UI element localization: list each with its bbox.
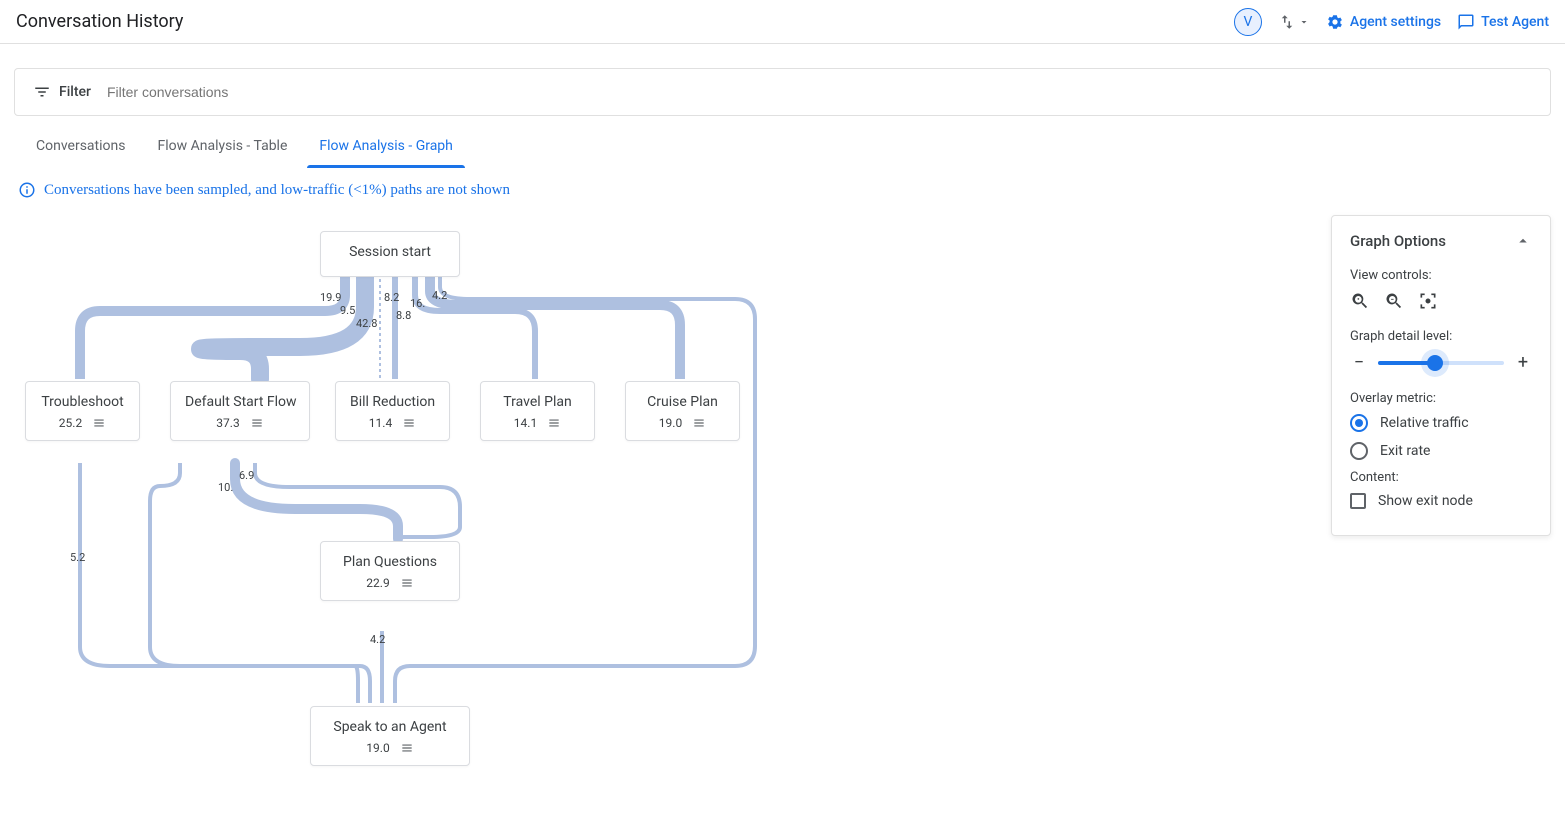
test-agent-link[interactable]: Test Agent [1457, 13, 1549, 31]
detail-decrease[interactable]: − [1350, 352, 1368, 373]
node-troubleshoot[interactable]: Troubleshoot 25.2 [25, 381, 140, 441]
graph-options-panel: Graph Options View controls: Graph detai… [1331, 215, 1551, 536]
detail-increase[interactable]: + [1514, 352, 1532, 373]
list-icon [402, 416, 416, 430]
edge-label: 9.5 [340, 304, 355, 317]
filter-label: Filter [33, 83, 91, 101]
filter-bar: Filter [14, 68, 1551, 116]
tabs: Conversations Flow Analysis - Table Flow… [0, 124, 1565, 169]
sampling-notice: Conversations have been sampled, and low… [0, 169, 1565, 211]
avatar[interactable]: V [1234, 8, 1262, 36]
chat-icon [1457, 13, 1475, 31]
check-show-exit-node[interactable]: Show exit node [1350, 493, 1532, 509]
fit-screen-icon[interactable] [1418, 291, 1438, 311]
edge-label: 16. [410, 297, 425, 310]
header-actions: V Agent settings Test Agent [1234, 8, 1549, 36]
edge-label: 4.2 [370, 633, 385, 646]
edge-label: 8.2 [384, 291, 399, 304]
list-icon [400, 576, 414, 590]
filter-input[interactable] [107, 84, 1532, 100]
list-icon [692, 416, 706, 430]
graph-canvas[interactable]: Session start Troubleshoot 25.2 Default … [0, 211, 1565, 831]
swap-vert-icon [1278, 13, 1296, 31]
dropdown-icon [1298, 16, 1310, 28]
chevron-up-icon[interactable] [1514, 232, 1532, 250]
detail-slider[interactable] [1378, 361, 1504, 365]
node-speak-agent[interactable]: Speak to an Agent 19.0 [310, 706, 470, 766]
options-title: Graph Options [1350, 232, 1446, 250]
node-travel-plan[interactable]: Travel Plan 14.1 [480, 381, 595, 441]
sort-toggle[interactable] [1278, 13, 1310, 31]
page-title: Conversation History [16, 11, 183, 32]
overlay-label: Overlay metric: [1350, 391, 1532, 406]
header-bar: Conversation History V Agent settings Te… [0, 0, 1565, 44]
gear-icon [1326, 13, 1344, 31]
edge-label: 10. [218, 481, 233, 494]
content-label: Content: [1350, 470, 1532, 485]
zoom-in-icon[interactable] [1350, 291, 1370, 311]
info-icon [18, 181, 36, 199]
edge-label: 19.9 [320, 291, 341, 304]
edge-label: 6.9 [239, 469, 254, 482]
edge-label: 4.2 [432, 289, 447, 302]
node-bill-reduction[interactable]: Bill Reduction 11.4 [335, 381, 450, 441]
edge-label: 42.8 [356, 317, 377, 330]
list-icon [250, 416, 264, 430]
node-cruise-plan[interactable]: Cruise Plan 19.0 [625, 381, 740, 441]
agent-settings-label: Agent settings [1350, 14, 1441, 30]
edge-label: 5.2 [70, 551, 85, 564]
tab-conversations[interactable]: Conversations [36, 124, 125, 168]
list-icon [400, 741, 414, 755]
radio-exit-rate[interactable]: Exit rate [1350, 442, 1532, 460]
zoom-out-icon[interactable] [1384, 291, 1404, 311]
radio-relative-traffic[interactable]: Relative traffic [1350, 414, 1532, 432]
node-default-start[interactable]: Default Start Flow 37.3 [170, 381, 310, 441]
view-controls-label: View controls: [1350, 268, 1532, 283]
test-agent-label: Test Agent [1481, 14, 1549, 30]
list-icon [547, 416, 561, 430]
detail-label: Graph detail level: [1350, 329, 1532, 344]
node-plan-questions[interactable]: Plan Questions 22.9 [320, 541, 460, 601]
tab-flow-table[interactable]: Flow Analysis - Table [157, 124, 287, 168]
list-icon [92, 416, 106, 430]
filter-icon [33, 83, 51, 101]
edge-label: 8.8 [396, 309, 411, 322]
node-session-start[interactable]: Session start [320, 231, 460, 277]
tab-flow-graph[interactable]: Flow Analysis - Graph [319, 124, 453, 168]
agent-settings-link[interactable]: Agent settings [1326, 13, 1441, 31]
